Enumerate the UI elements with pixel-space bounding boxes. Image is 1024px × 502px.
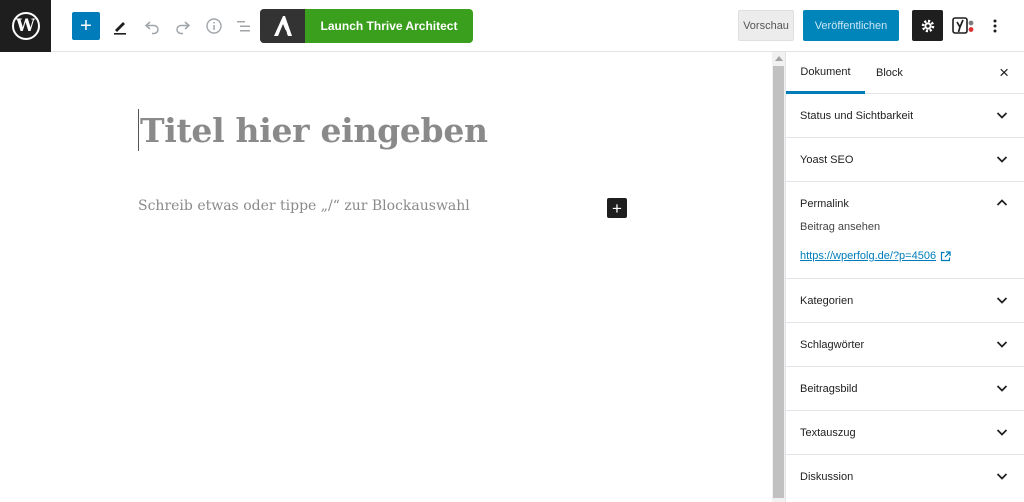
thrive-a-icon [273, 16, 292, 36]
chevron-down-icon [996, 297, 1008, 304]
panel-featured-image: Beitragsbild [786, 367, 1024, 411]
publish-button[interactable]: Veröffentlichen [803, 10, 899, 41]
panel-toggle[interactable]: Kategorien [786, 279, 1024, 322]
permalink-link[interactable]: https://wperfolg.de/?p=4506 [800, 250, 1010, 262]
settings-button[interactable] [912, 10, 943, 41]
panel-title: Schlagwörter [800, 338, 865, 351]
panel-title: Permalink [800, 197, 849, 210]
undo-icon [144, 21, 159, 35]
panel-toggle[interactable]: Yoast SEO [786, 138, 1024, 181]
outline-button[interactable] [230, 12, 258, 40]
chevron-down-icon [996, 341, 1008, 348]
plus-icon: + [80, 15, 92, 37]
add-block-button[interactable]: + [72, 12, 100, 40]
wordpress-icon: W [11, 12, 40, 40]
panel-toggle[interactable]: Schlagwörter [786, 323, 1024, 366]
editor-scrollbar[interactable] [772, 52, 785, 502]
panel-title: Status und Sichtbarkeit [800, 109, 914, 122]
info-icon [206, 18, 222, 34]
redo-icon [176, 21, 191, 35]
wordpress-logo[interactable]: W [0, 0, 51, 52]
launch-thrive-architect-button[interactable]: Launch Thrive Architect [260, 9, 473, 43]
panel-title: Yoast SEO [800, 153, 854, 166]
panel-status-visibility: Status und Sichtbarkeit [786, 94, 1024, 138]
inline-add-block-button[interactable]: + [607, 198, 627, 218]
editor-canvas: Titel hier eingeben Schreib etwas oder t… [0, 52, 772, 502]
top-toolbar: W + Launch Thrive Architect Vorschau Ver… [0, 0, 1024, 52]
permalink-content: Beitrag ansehen https://wperfolg.de/?p=4… [786, 221, 1024, 278]
block-placeholder[interactable]: Schreib etwas oder tippe „/“ zur Blockau… [138, 198, 470, 214]
tab-block[interactable]: Block [876, 52, 903, 94]
more-vertical-icon [993, 19, 997, 33]
panel-permalink: Permalink Beitrag ansehen https://wperfo… [786, 182, 1024, 279]
info-button[interactable] [200, 12, 228, 40]
plus-icon: + [612, 198, 622, 218]
panel-toggle[interactable]: Textauszug [786, 411, 1024, 454]
scrollbar-thumb[interactable] [773, 66, 784, 498]
thrive-button-label: Launch Thrive Architect [320, 19, 458, 33]
chevron-down-icon [996, 429, 1008, 436]
redo-button[interactable] [169, 12, 197, 40]
panel-tags: Schlagwörter [786, 323, 1024, 367]
panel-toggle[interactable]: Diskussion [786, 455, 1024, 498]
panel-title: Kategorien [800, 294, 854, 307]
panel-yoast-seo: Yoast SEO [786, 138, 1024, 182]
settings-sidebar: Dokument Block × Status und Sichtbarkeit… [785, 52, 1024, 502]
undo-button[interactable] [138, 12, 166, 40]
panel-toggle[interactable]: Permalink [786, 182, 1024, 225]
chevron-down-icon [996, 112, 1008, 119]
tab-document[interactable]: Dokument [786, 52, 865, 94]
yoast-icon [952, 17, 974, 34]
chevron-up-icon [996, 199, 1008, 206]
gear-icon [921, 19, 934, 32]
scroll-up-arrow-icon[interactable] [775, 56, 783, 61]
preview-button[interactable]: Vorschau [738, 10, 794, 41]
more-options-button[interactable] [984, 12, 1006, 40]
panel-title: Beitragsbild [800, 382, 858, 395]
post-title-placeholder: Titel hier eingeben [140, 110, 488, 150]
panel-toggle[interactable]: Beitragsbild [786, 367, 1024, 410]
sidebar-tabs: Dokument Block × [786, 52, 1024, 94]
thrive-logo [260, 9, 305, 43]
chevron-down-icon [996, 385, 1008, 392]
post-title-field[interactable]: Titel hier eingeben [138, 108, 488, 152]
chevron-down-icon [996, 473, 1008, 480]
pen-icon [114, 22, 126, 35]
text-caret [138, 109, 139, 151]
permalink-url[interactable]: https://wperfolg.de/?p=4506 [800, 250, 936, 262]
panel-categories: Kategorien [786, 279, 1024, 323]
close-icon[interactable]: × [999, 52, 1009, 94]
external-link-icon [940, 250, 951, 261]
list-icon [237, 21, 250, 32]
panel-title: Textauszug [800, 426, 856, 439]
tools-button[interactable] [107, 12, 135, 40]
chevron-down-icon [996, 156, 1008, 163]
panel-excerpt: Textauszug [786, 411, 1024, 455]
panel-title: Diskussion [800, 470, 854, 483]
yoast-button[interactable] [950, 12, 978, 40]
panel-discussion: Diskussion [786, 455, 1024, 498]
panel-toggle[interactable]: Status und Sichtbarkeit [786, 94, 1024, 137]
